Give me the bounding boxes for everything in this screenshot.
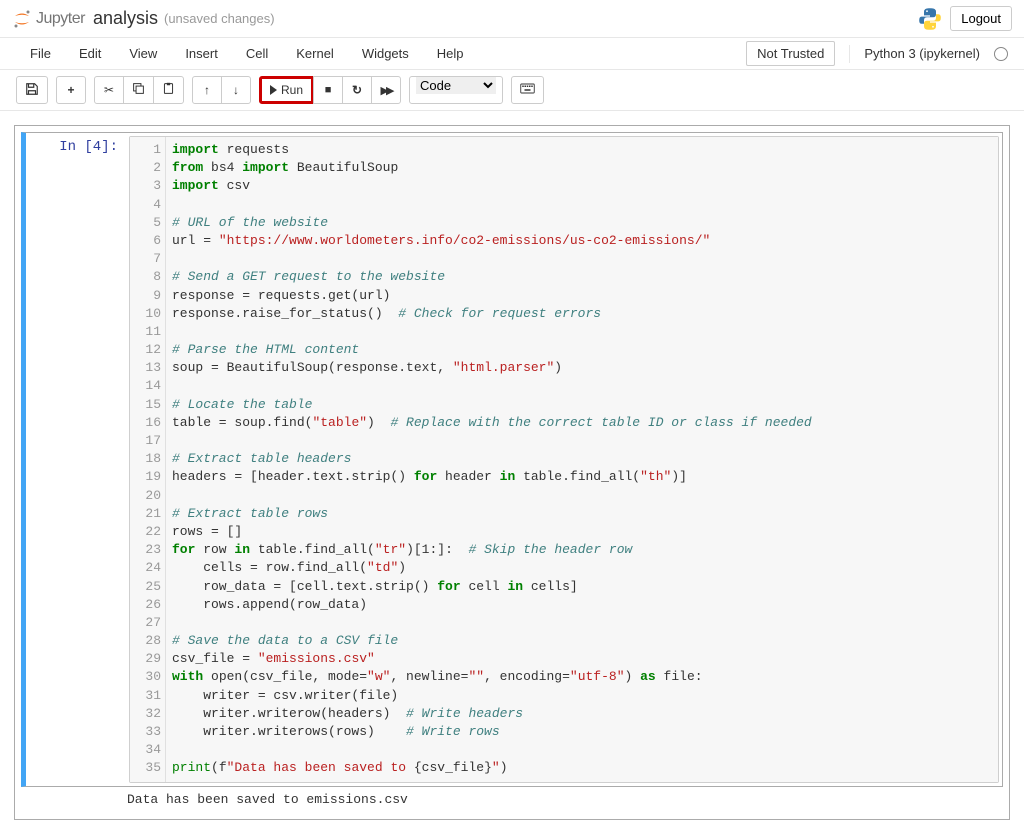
- toolbar: + ✂ ↑ ↓ Run ■ ↻ ▶▶ Code: [0, 70, 1024, 111]
- input-area[interactable]: 1 2 3 4 5 6 7 8 9 10 11 12 13 14 15 16 1…: [129, 136, 999, 783]
- divider: [849, 45, 850, 63]
- command-palette-button[interactable]: [511, 76, 544, 104]
- notebook-container: In [4]: 1 2 3 4 5 6 7 8 9 10 11 12 13 14…: [0, 111, 1024, 834]
- cell-type-select[interactable]: Code: [409, 76, 503, 104]
- header: Jupyter analysis (unsaved changes) Logou…: [0, 0, 1024, 38]
- output-area: Data has been saved to emissions.csv: [121, 787, 1003, 813]
- down-arrow-icon: ↓: [233, 83, 239, 97]
- move-up-button[interactable]: ↑: [192, 76, 222, 104]
- menu-items: File Edit View Insert Cell Kernel Widget…: [16, 38, 478, 69]
- scissors-icon: ✂: [104, 83, 114, 97]
- restart-run-all-button[interactable]: ▶▶: [371, 76, 401, 104]
- menu-insert[interactable]: Insert: [171, 38, 232, 69]
- trust-button[interactable]: Not Trusted: [746, 41, 835, 66]
- cut-button[interactable]: ✂: [94, 76, 124, 104]
- add-cell-button[interactable]: +: [56, 76, 86, 104]
- logo[interactable]: Jupyter: [12, 9, 85, 29]
- keyboard-icon: [520, 83, 535, 97]
- save-icon: [25, 82, 39, 99]
- menu-widgets[interactable]: Widgets: [348, 38, 423, 69]
- menu-cell[interactable]: Cell: [232, 38, 282, 69]
- run-label: Run: [281, 83, 303, 97]
- stop-icon: ■: [325, 84, 332, 96]
- run-button[interactable]: Run: [259, 76, 314, 104]
- menubar: File Edit View Insert Cell Kernel Widget…: [0, 38, 1024, 70]
- interrupt-button[interactable]: ■: [313, 76, 343, 104]
- copy-icon: [132, 82, 145, 98]
- menu-help[interactable]: Help: [423, 38, 478, 69]
- menu-edit[interactable]: Edit: [65, 38, 115, 69]
- code-editor[interactable]: import requests from bs4 import Beautifu…: [166, 137, 998, 782]
- kernel-name[interactable]: Python 3 (ipykernel): [864, 46, 980, 61]
- fast-forward-icon: ▶▶: [381, 84, 392, 97]
- logo-text: Jupyter: [36, 10, 85, 28]
- restart-icon: ↻: [352, 83, 362, 97]
- python-icon: [918, 7, 942, 31]
- output-row: Data has been saved to emissions.csv: [21, 787, 1003, 813]
- menu-kernel[interactable]: Kernel: [282, 38, 348, 69]
- paste-icon: [162, 82, 175, 98]
- code-cell[interactable]: In [4]: 1 2 3 4 5 6 7 8 9 10 11 12 13 14…: [21, 132, 1003, 787]
- restart-button[interactable]: ↻: [342, 76, 372, 104]
- plus-icon: +: [67, 83, 74, 97]
- cell-type-dropdown[interactable]: Code: [416, 77, 496, 94]
- move-down-button[interactable]: ↓: [221, 76, 251, 104]
- kernel-indicator-icon[interactable]: [994, 47, 1008, 61]
- logout-button[interactable]: Logout: [950, 6, 1012, 31]
- notebook: In [4]: 1 2 3 4 5 6 7 8 9 10 11 12 13 14…: [14, 125, 1010, 820]
- input-prompt: In [4]:: [26, 133, 126, 786]
- paste-button[interactable]: [153, 76, 184, 104]
- play-icon: [270, 85, 277, 95]
- output-prompt: [21, 787, 121, 813]
- line-gutter: 1 2 3 4 5 6 7 8 9 10 11 12 13 14 15 16 1…: [130, 137, 166, 782]
- copy-button[interactable]: [123, 76, 154, 104]
- jupyter-icon: [12, 9, 32, 29]
- menu-file[interactable]: File: [16, 38, 65, 69]
- save-button[interactable]: [16, 76, 48, 104]
- notebook-name[interactable]: analysis: [93, 8, 158, 29]
- menu-view[interactable]: View: [115, 38, 171, 69]
- up-arrow-icon: ↑: [204, 83, 210, 97]
- unsaved-indicator: (unsaved changes): [164, 11, 275, 26]
